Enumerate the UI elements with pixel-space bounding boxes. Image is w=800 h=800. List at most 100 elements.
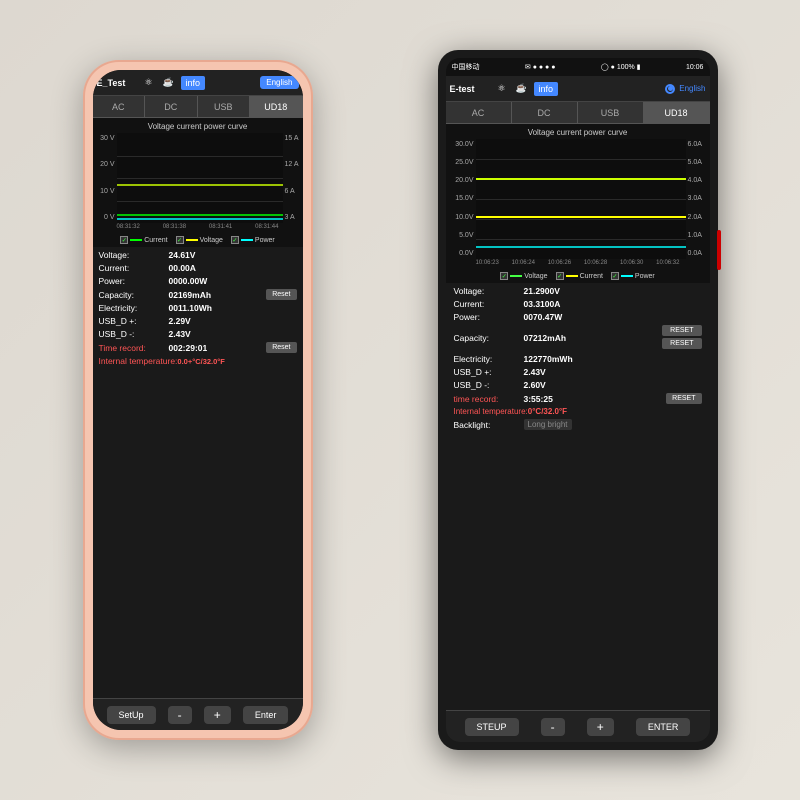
radio-button-right bbox=[665, 84, 675, 94]
legend-dot-power bbox=[241, 239, 253, 241]
legend-power-left: ✓ Power bbox=[231, 236, 275, 244]
voltage-row-right: Voltage: 21.2900V bbox=[454, 286, 702, 296]
legend-row-right: ✓ Voltage ✓ Current ✓ Power bbox=[446, 269, 710, 283]
tab-dc-left[interactable]: DC bbox=[145, 96, 198, 117]
legend-check-current-r: ✓ bbox=[556, 272, 564, 280]
legend-check-power: ✓ bbox=[231, 236, 239, 244]
header-bar-left: E_Test ⚛ ☕ info English bbox=[93, 70, 303, 96]
temp-row-left: Internal temperature: 0.0+°C/32.0°F bbox=[99, 356, 297, 366]
time-reset-btn-left[interactable]: Reset bbox=[266, 342, 296, 353]
tab-usb-left[interactable]: USB bbox=[198, 96, 251, 117]
tab-ud18-right[interactable]: UD18 bbox=[644, 102, 710, 123]
data-section-right: Voltage: 21.2900V Current: 03.3100A Powe… bbox=[446, 283, 710, 710]
english-btn-left[interactable]: English bbox=[260, 76, 298, 89]
capacity-row-right: Capacity: 07212mAh RESET RESET bbox=[454, 325, 702, 351]
legend-check-voltage-r: ✓ bbox=[500, 272, 508, 280]
legend-current-left: ✓ Current bbox=[120, 236, 167, 244]
capacity-value-left: 02169mAh bbox=[169, 290, 212, 300]
time-row-right: time record: 3:55:25 RESET bbox=[454, 393, 702, 404]
voltage-label-right: Voltage: bbox=[454, 286, 524, 296]
setup-btn-right[interactable]: STEUP bbox=[465, 718, 519, 736]
enter-btn-right[interactable]: ENTER bbox=[636, 718, 691, 736]
bottom-bar-left: SetUp - + Enter bbox=[93, 698, 303, 730]
chart-title-right: Voltage current power curve bbox=[448, 126, 708, 139]
current-label-right: Current: bbox=[454, 299, 524, 309]
tab-ac-left[interactable]: AC bbox=[93, 96, 146, 117]
tab-ud18-left[interactable]: UD18 bbox=[250, 96, 303, 117]
capacity-label-right: Capacity: bbox=[454, 333, 524, 343]
capacity-label-left: Capacity: bbox=[99, 290, 169, 300]
minus-btn-left[interactable]: - bbox=[168, 706, 192, 724]
info-tab-left[interactable]: info bbox=[181, 76, 206, 90]
power-value-right: 0070.47W bbox=[524, 312, 563, 322]
chart-section-left: Voltage current power curve 30 V 20 V 10… bbox=[93, 118, 303, 233]
tabs-row-left: AC DC USB UD18 bbox=[93, 96, 303, 118]
current-row-right: Current: 03.3100A bbox=[454, 299, 702, 309]
usb-dm-label-right: USB_D -: bbox=[454, 380, 524, 390]
power-row-left: Power: 0000.00W bbox=[99, 276, 297, 286]
cup-icon-right: ☕ bbox=[514, 81, 530, 97]
legend-dot-voltage bbox=[186, 239, 198, 241]
radio-dot-inner bbox=[668, 86, 673, 91]
usb-dm-value-right: 2.60V bbox=[524, 380, 546, 390]
english-label-right[interactable]: English bbox=[679, 84, 705, 93]
current-value-left: 00.00A bbox=[169, 263, 196, 273]
tab-usb-right[interactable]: USB bbox=[578, 102, 644, 123]
legend-voltage-left: ✓ Voltage bbox=[176, 236, 223, 244]
capacity-reset-btn-right[interactable]: RESET bbox=[662, 325, 701, 336]
enter-btn-left[interactable]: Enter bbox=[243, 706, 289, 724]
usb-dm-value-left: 2.43V bbox=[169, 329, 191, 339]
app-title-right: E-test bbox=[450, 84, 490, 94]
temp-row-right: Internal temperature: 0°C/32.0°F bbox=[454, 407, 702, 416]
reset-btns-col: RESET RESET bbox=[662, 325, 701, 351]
data-section-left: Voltage: 24.61V Current: 00.00A Power: 0… bbox=[93, 247, 303, 698]
plus-btn-left[interactable]: + bbox=[204, 706, 231, 724]
y-axis-right-right: 6.0A 5.0A 4.0A 3.0A 2.0A 1.0A 0.0A bbox=[686, 139, 708, 259]
plus-btn-right[interactable]: + bbox=[587, 718, 614, 736]
temp-value-left: 0.0+°C/32.0°F bbox=[177, 357, 224, 366]
legend-voltage-right: ✓ Voltage bbox=[500, 272, 547, 280]
voltage-row-left: Voltage: 24.61V bbox=[99, 250, 297, 260]
app-title-left: E_Test bbox=[97, 78, 137, 88]
capacity-value-right: 07212mAh bbox=[524, 333, 567, 343]
minus-btn-right[interactable]: - bbox=[541, 718, 565, 736]
header-bar-right: E-test ⚛ ☕ info English bbox=[446, 76, 710, 102]
time-reset-btn-right[interactable]: RESET bbox=[666, 393, 701, 404]
tabs-row-right: AC DC USB UD18 bbox=[446, 102, 710, 124]
y-axis-right-left: 15 A 12 A 6 A 3 A bbox=[283, 133, 301, 223]
tab-ac-right[interactable]: AC bbox=[446, 102, 512, 123]
english-section-right: English bbox=[665, 84, 705, 94]
chart-plot-right bbox=[476, 139, 686, 259]
scene: E_Test ⚛ ☕ info English AC DC USB UD18 bbox=[0, 0, 800, 800]
power-label-left: Power: bbox=[99, 276, 169, 286]
carrier-text: 中国移动 bbox=[452, 62, 480, 72]
usb-dm-row-right: USB_D -: 2.60V bbox=[454, 380, 702, 390]
usb-dm-label-left: USB_D -: bbox=[99, 329, 169, 339]
legend-check-voltage: ✓ bbox=[176, 236, 184, 244]
backlight-row-right: Backlight: Long bright bbox=[454, 419, 702, 430]
usb-dp-label-right: USB_D +: bbox=[454, 367, 524, 377]
elec-reset-btn-right[interactable]: RESET bbox=[662, 338, 701, 349]
legend-dot-voltage-r bbox=[510, 275, 522, 277]
capacity-row-left: Capacity: 02169mAh Reset bbox=[99, 289, 297, 300]
legend-row-left: ✓ Current ✓ Voltage ✓ Power bbox=[93, 233, 303, 247]
info-tab-right[interactable]: info bbox=[534, 82, 559, 96]
app-screen-right: 中国移动 ✉ ● ● ● ● ◯ ● 100% ▮ 10:06 E-test ⚛… bbox=[446, 58, 710, 742]
tab-dc-right[interactable]: DC bbox=[512, 102, 578, 123]
voltage-value-right: 21.2900V bbox=[524, 286, 560, 296]
y-axis-left: 30 V 20 V 10 V 0 V bbox=[95, 133, 117, 223]
bluetooth-icon-right: ⚛ bbox=[494, 81, 510, 97]
current-label-left: Current: bbox=[99, 263, 169, 273]
electricity-row-left: Electricity: 0011.10Wh bbox=[99, 303, 297, 313]
capacity-reset-btn-left[interactable]: Reset bbox=[266, 289, 296, 300]
setup-btn-left[interactable]: SetUp bbox=[107, 706, 156, 724]
power-label-right: Power: bbox=[454, 312, 524, 322]
usb-dp-value-right: 2.43V bbox=[524, 367, 546, 377]
chart-plot-left bbox=[117, 133, 283, 223]
x-axis-left: 08:31:32 08:31:38 08:31:41 08:31:44 bbox=[95, 223, 301, 231]
app-screen-left: E_Test ⚛ ☕ info English AC DC USB UD18 bbox=[93, 70, 303, 730]
voltage-label-left: Voltage: bbox=[99, 250, 169, 260]
legend-check-current: ✓ bbox=[120, 236, 128, 244]
electricity-value-left: 0011.10Wh bbox=[169, 303, 212, 313]
phone-left: E_Test ⚛ ☕ info English AC DC USB UD18 bbox=[83, 60, 313, 740]
